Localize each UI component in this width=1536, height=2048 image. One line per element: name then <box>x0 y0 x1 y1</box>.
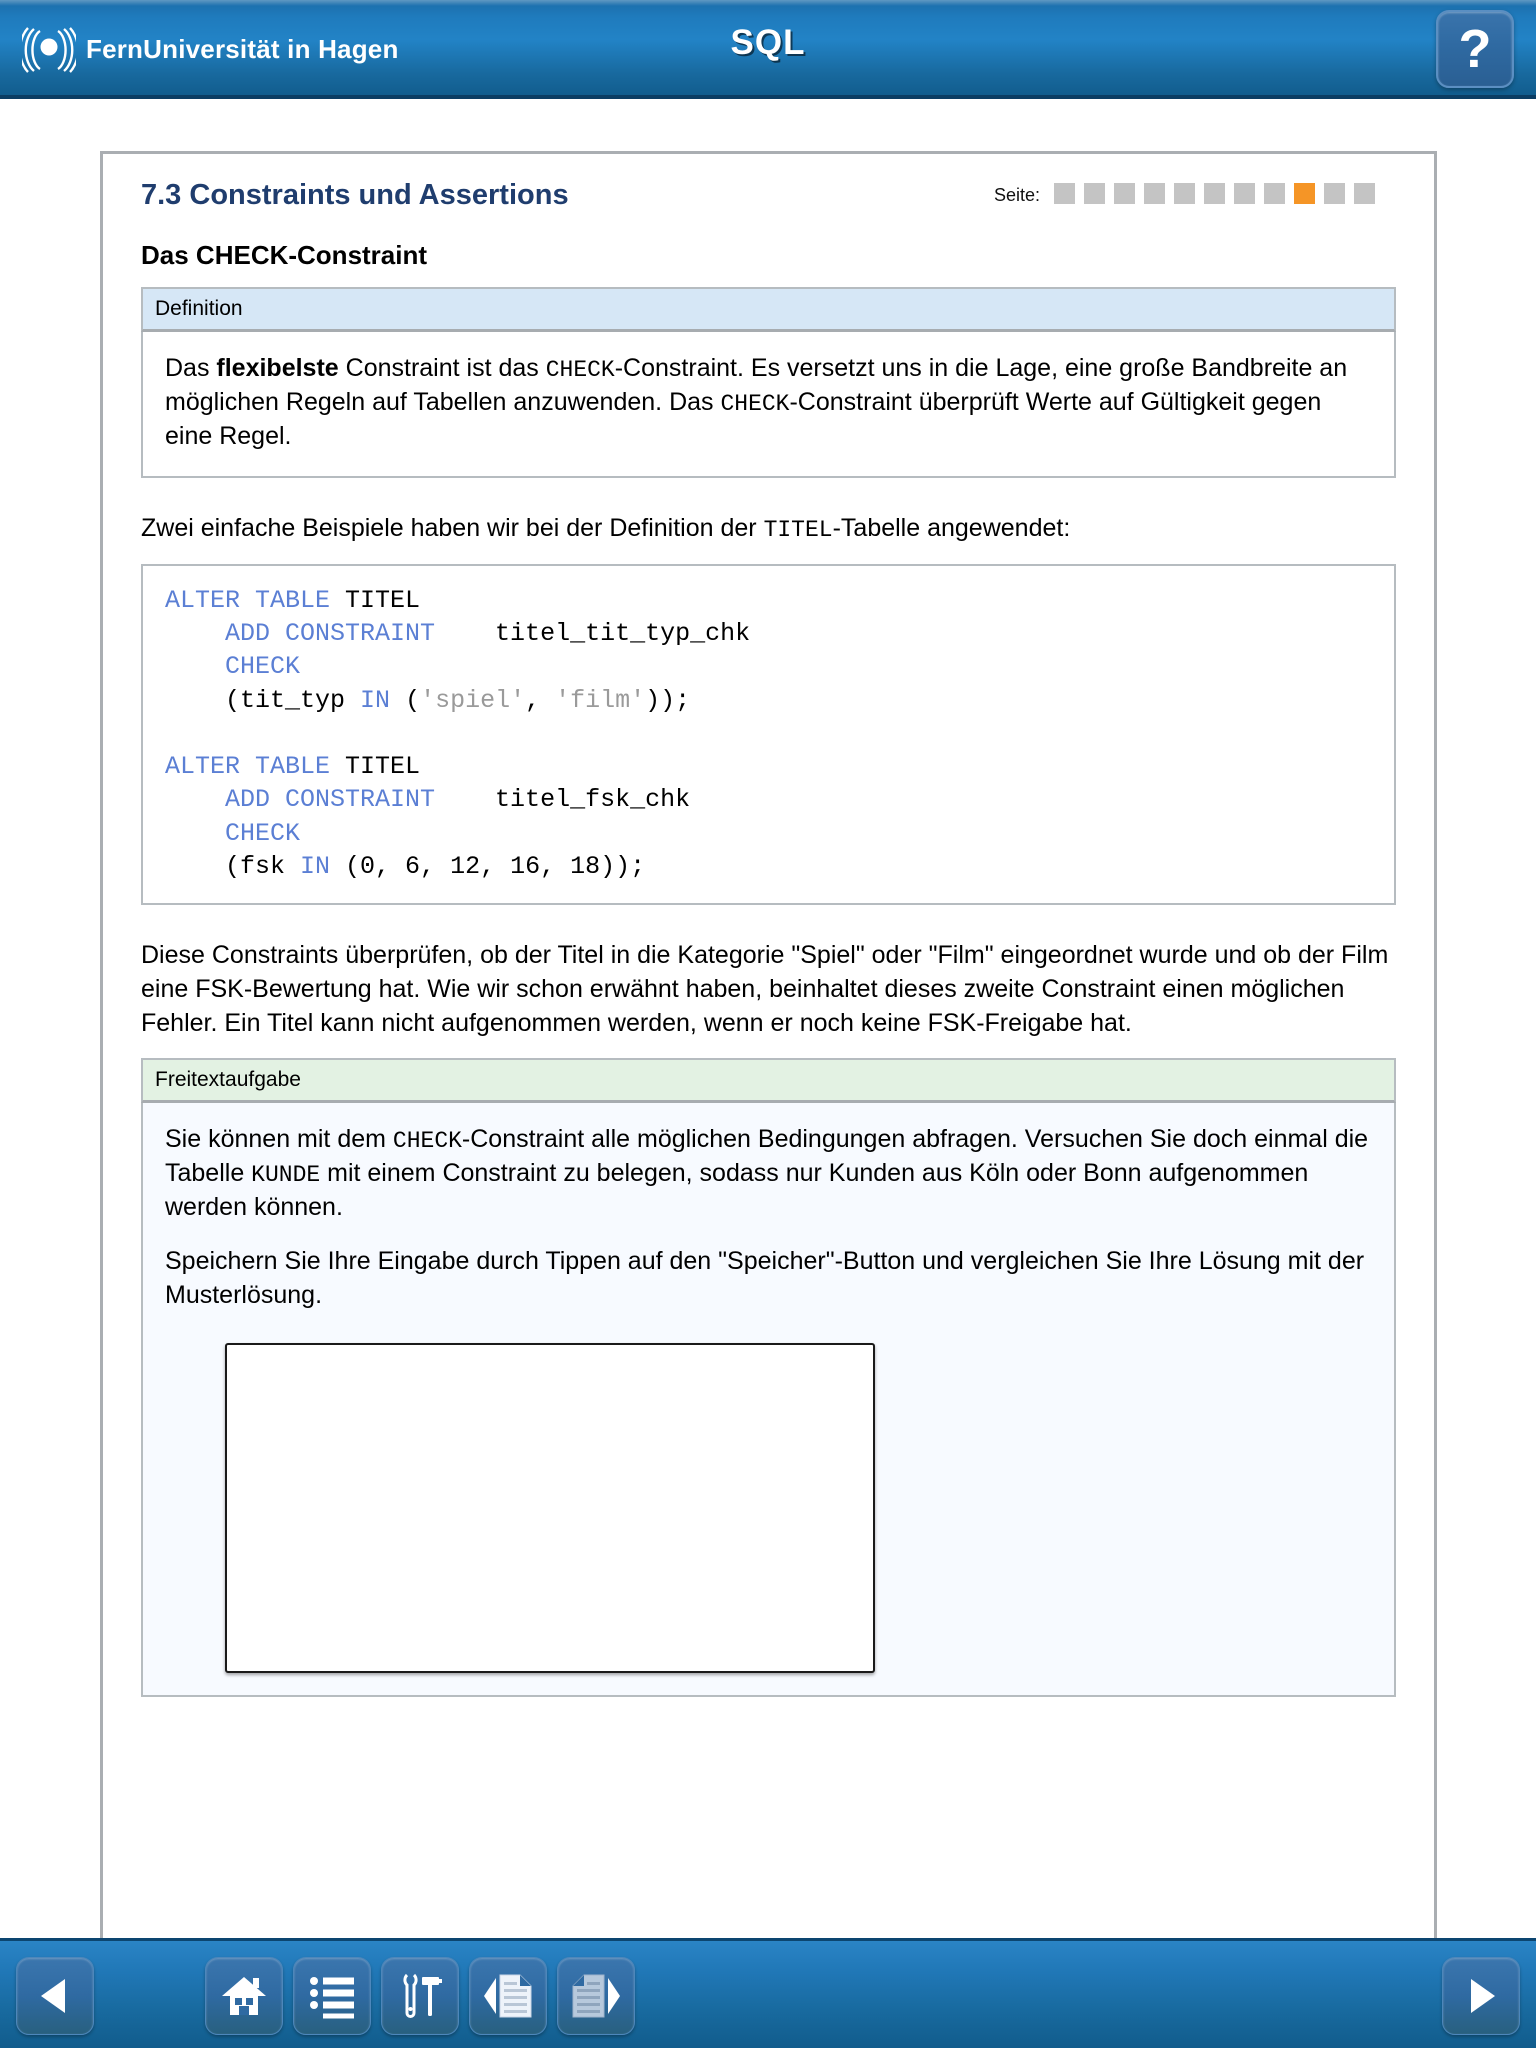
page-indicator-square-9[interactable] <box>1294 182 1315 204</box>
next-document-button[interactable] <box>557 1957 635 2035</box>
code-token: CHECK <box>165 818 301 848</box>
app-header: FernUniversität in Hagen SQL ? <box>0 0 1536 99</box>
page-indicator-square-3[interactable] <box>1114 182 1135 204</box>
home-icon <box>222 1977 266 2015</box>
code-token: titel_fsk_chk <box>435 785 691 815</box>
code-token: (0, 6, 12, 16, 18)); <box>330 851 646 881</box>
def-text-a: Das <box>165 354 217 382</box>
code-token: ADD CONSTRAINT <box>165 785 436 815</box>
intro-text-b: -Tabelle angewendet: <box>832 513 1071 542</box>
code-token: TITEL <box>345 752 421 782</box>
content-panel: 7.3 Constraints und Assertions Seite: Da… <box>100 151 1437 1938</box>
code-token: 'film' <box>555 685 646 715</box>
code-token: TITEL <box>345 585 421 615</box>
answer-area-wrapper <box>165 1313 1372 1673</box>
help-button[interactable]: ? <box>1436 10 1514 88</box>
page-indicator-square-7[interactable] <box>1234 182 1255 204</box>
definition-callout-body: Das flexibelste Constraint ist das CHECK… <box>141 332 1396 478</box>
definition-callout: Definition Das flexibelste Constraint is… <box>141 287 1396 478</box>
document-previous-icon <box>484 1974 532 2018</box>
def-text-bold: flexibelste <box>216 354 339 382</box>
code-token: ALTER TABLE <box>165 752 346 782</box>
tools-button[interactable] <box>381 1957 459 2035</box>
page-title: 7.3 Constraints und Assertions <box>141 179 569 211</box>
code-token: IN <box>360 685 391 715</box>
sql-code-block: ALTER TABLE TITEL ADD CONSTRAINT titel_t… <box>141 563 1396 906</box>
triangle-right-icon <box>1471 1979 1495 2013</box>
page-indicator-square-8[interactable] <box>1264 182 1285 204</box>
def-text-b: Constraint ist das <box>338 354 546 382</box>
page-indicator-square-2[interactable] <box>1084 182 1105 204</box>
wrench-hammer-icon <box>403 1973 442 2018</box>
def-code-check-1: CHECK <box>545 357 615 383</box>
intro-text-a: Zwei einfache Beispiele haben wir bei de… <box>141 513 764 542</box>
code-token: ALTER TABLE <box>165 585 346 615</box>
list-bullets-icon <box>310 1977 354 2019</box>
page-indicator-square-11[interactable] <box>1354 182 1375 204</box>
triangle-left-icon <box>41 1979 65 2013</box>
code-token: (fsk <box>165 851 301 881</box>
previous-document-button[interactable] <box>469 1957 547 2035</box>
bottom-toolbar <box>0 1938 1536 2048</box>
ex-code-check: CHECK <box>392 1128 462 1155</box>
page-indicator-label: Seite: <box>993 185 1040 205</box>
sub-title: Das CHECK-Constraint <box>141 240 428 270</box>
fernuni-rings-logo-icon <box>22 27 76 73</box>
question-mark-icon: ? <box>1458 19 1492 79</box>
code-token: titel_tit_typ_chk <box>435 619 751 649</box>
page-indicator-squares[interactable] <box>1054 182 1384 209</box>
explanation-paragraph: Diese Constraints überprüfen, ob der Tit… <box>141 941 1389 1037</box>
code-token: 'spiel' <box>420 685 526 715</box>
code-token: , <box>525 685 556 715</box>
page-indicator[interactable]: Seite: <box>993 182 1384 209</box>
exercise-callout-body: Sie können mit dem CHECK-Constraint alle… <box>141 1103 1396 1697</box>
brand-name: FernUniversität in Hagen <box>86 33 399 64</box>
exercise-paragraph-1: Sie können mit dem CHECK-Constraint alle… <box>165 1123 1372 1225</box>
back-button[interactable] <box>16 1957 94 2035</box>
page-indicator-square-1[interactable] <box>1054 182 1075 204</box>
page-indicator-square-10[interactable] <box>1324 182 1345 204</box>
brand: FernUniversität in Hagen <box>22 22 399 76</box>
contents-list-button[interactable] <box>293 1957 371 2035</box>
ex-text-c: mit einem Constraint zu belegen, sodass … <box>165 1159 1309 1222</box>
page-indicator-square-5[interactable] <box>1174 182 1195 204</box>
code-token: ( <box>390 685 421 715</box>
ex-code-kunde: KUNDE <box>251 1162 321 1189</box>
section-header-row: 7.3 Constraints und Assertions Seite: <box>141 179 1396 212</box>
exercise-paragraph-2: Speichern Sie Ihre Eingabe durch Tippen … <box>165 1247 1365 1309</box>
header-sheen <box>0 0 1536 6</box>
sql-code-text: ALTER TABLE TITEL ADD CONSTRAINT titel_t… <box>165 584 1372 883</box>
ex-text-a: Sie können mit dem <box>165 1125 393 1154</box>
page-indicator-square-6[interactable] <box>1204 182 1225 204</box>
definition-text: Das flexibelste Constraint ist das CHECK… <box>165 352 1372 454</box>
intro-paragraph: Zwei einfache Beispiele haben wir bei de… <box>141 512 1396 546</box>
intro-code-titel: TITEL <box>763 516 833 543</box>
document-next-icon <box>572 1974 620 2018</box>
content-inner: 7.3 Constraints und Assertions Seite: Da… <box>103 154 1434 1697</box>
definition-callout-header: Definition <box>141 287 1396 332</box>
def-code-check-2: CHECK <box>720 391 790 418</box>
exercise-callout-header: Freitextaufgabe <box>141 1058 1396 1104</box>
page-indicator-square-4[interactable] <box>1144 182 1165 204</box>
code-token: (tit_typ <box>165 685 361 715</box>
forward-button[interactable] <box>1442 1957 1520 2035</box>
exercise-callout: Freitextaufgabe Sie können mit dem CHECK… <box>141 1058 1396 1697</box>
code-token: CHECK <box>165 652 301 682</box>
code-token: ADD CONSTRAINT <box>165 619 436 649</box>
home-button[interactable] <box>205 1957 283 2035</box>
code-token: IN <box>300 851 331 881</box>
answer-textarea[interactable] <box>225 1342 875 1673</box>
code-token: )); <box>645 685 691 715</box>
